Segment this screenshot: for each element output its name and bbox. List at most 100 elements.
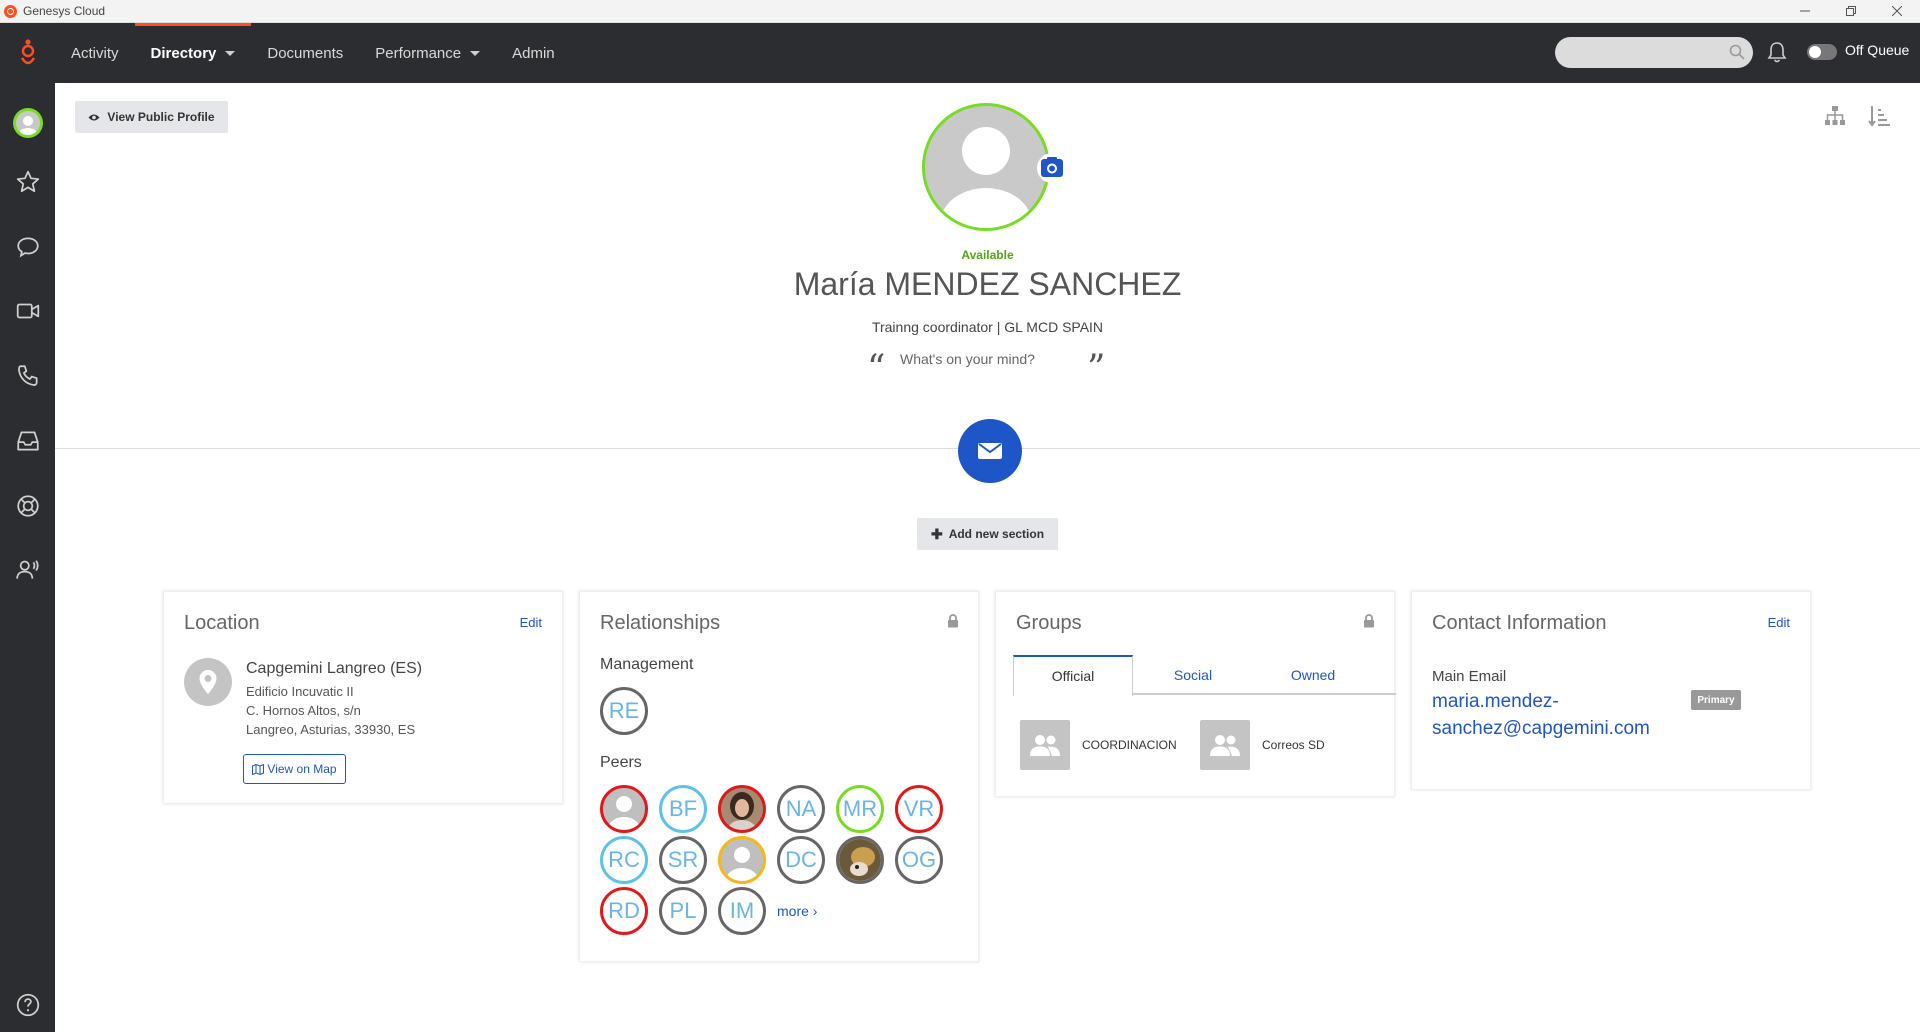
queue-toggle[interactable] bbox=[1807, 44, 1837, 60]
change-photo-button[interactable] bbox=[1037, 153, 1067, 183]
lock-icon bbox=[948, 614, 958, 628]
manager-avatar[interactable]: RE bbox=[600, 687, 648, 735]
nav-admin[interactable]: Admin bbox=[496, 23, 571, 83]
peer-initials: IM bbox=[729, 898, 755, 923]
add-new-section-button[interactable]: ✚ Add new section bbox=[917, 518, 1058, 550]
lifebuoy-icon bbox=[17, 495, 39, 517]
peer-avatar[interactable]: SR bbox=[659, 836, 707, 884]
group-name: COORDINACION bbox=[1082, 738, 1177, 752]
peer-avatar[interactable]: RD bbox=[600, 887, 648, 935]
sidebar-video[interactable] bbox=[14, 297, 42, 325]
groups-title: Groups bbox=[1016, 612, 1082, 634]
genesys-logo[interactable] bbox=[0, 23, 55, 83]
envelope-icon bbox=[978, 443, 1002, 459]
view-on-map-label: View on Map bbox=[267, 762, 337, 776]
peer-avatar[interactable]: DC bbox=[777, 836, 825, 884]
org-chart-icon[interactable] bbox=[1824, 105, 1846, 127]
peer-avatar[interactable] bbox=[718, 836, 766, 884]
tab-official[interactable]: Official bbox=[1013, 655, 1133, 697]
nav-directory[interactable]: Directory bbox=[134, 23, 252, 83]
user-silhouette-icon bbox=[608, 796, 640, 830]
sidebar-phone[interactable] bbox=[14, 362, 42, 390]
peer-avatar[interactable] bbox=[600, 785, 648, 833]
tab-owned[interactable]: Owned bbox=[1253, 655, 1373, 695]
peer-avatar[interactable] bbox=[836, 836, 884, 884]
group-item[interactable]: Correos SD bbox=[1200, 720, 1325, 770]
more-peers-link[interactable]: more › bbox=[777, 903, 817, 919]
profile-toolbar bbox=[1824, 105, 1890, 127]
search-icon bbox=[1729, 44, 1745, 60]
main-email-link[interactable]: maria.mendez-sanchez@capgemini.com bbox=[1432, 688, 1672, 742]
quote-close-icon: ” bbox=[1087, 348, 1106, 389]
group-icon bbox=[1200, 720, 1250, 770]
location-address-line: C. Hornos Altos, s/n bbox=[246, 703, 361, 718]
peer-avatar[interactable]: RC bbox=[600, 836, 648, 884]
group-icon bbox=[1020, 720, 1070, 770]
sidebar-people[interactable] bbox=[14, 556, 42, 584]
peer-initials: SR bbox=[667, 847, 699, 872]
view-public-profile-button[interactable]: View Public Profile bbox=[75, 101, 228, 133]
bell-icon[interactable] bbox=[1767, 41, 1787, 63]
window-controls bbox=[1782, 0, 1920, 22]
sidebar-favorites[interactable] bbox=[14, 168, 42, 196]
sidebar-chat[interactable] bbox=[14, 233, 42, 261]
peer-avatar[interactable]: MR bbox=[836, 785, 884, 833]
search-input[interactable] bbox=[1555, 37, 1753, 68]
manager-initials: RE bbox=[608, 698, 640, 723]
location-address-line: Langreo, Asturias, 33930, ES bbox=[246, 722, 416, 737]
peer-avatar[interactable]: IM bbox=[718, 887, 766, 935]
location-edit-link[interactable]: Edit bbox=[520, 615, 542, 630]
status-message-input[interactable]: What's on your mind? bbox=[900, 351, 1035, 367]
peer-initials: RC bbox=[608, 847, 640, 872]
peer-initials: NA bbox=[785, 796, 817, 821]
peer-avatar[interactable]: VR bbox=[895, 785, 943, 833]
location-card: Location Edit Capgemini Langreo (ES) Edi… bbox=[163, 591, 563, 804]
groups-tabs: Official Social Owned bbox=[1013, 655, 1396, 697]
group-item[interactable]: COORDINACION bbox=[1020, 720, 1177, 770]
genesys-app-icon bbox=[4, 4, 17, 18]
nav-activity[interactable]: Activity bbox=[55, 23, 135, 83]
map-icon bbox=[252, 763, 265, 775]
peer-avatar[interactable]: BF bbox=[659, 785, 707, 833]
profile-avatar bbox=[922, 103, 1050, 231]
minimize-button[interactable] bbox=[1782, 0, 1828, 22]
send-email-button[interactable] bbox=[958, 419, 1022, 483]
plus-icon: ✚ bbox=[930, 525, 943, 542]
location-title: Location bbox=[184, 612, 260, 634]
view-public-profile-label: View Public Profile bbox=[107, 110, 215, 124]
restore-icon bbox=[1846, 6, 1856, 16]
peer-initials: PL bbox=[669, 898, 697, 923]
close-window-button[interactable] bbox=[1874, 0, 1920, 22]
map-pin-icon bbox=[184, 658, 232, 706]
sort-list-icon[interactable] bbox=[1868, 105, 1890, 127]
peer-avatar[interactable]: OG bbox=[895, 836, 943, 884]
main-email-label: Main Email bbox=[1432, 668, 1507, 685]
peer-avatar[interactable]: PL bbox=[659, 887, 707, 935]
camera-icon bbox=[1041, 157, 1063, 177]
peer-avatar[interactable] bbox=[718, 785, 766, 833]
queue-status-label[interactable]: Off Queue bbox=[1845, 42, 1909, 58]
top-navigation: Activity Directory Documents Performance… bbox=[0, 23, 1920, 83]
peers-label: Peers bbox=[600, 754, 642, 771]
eye-icon bbox=[88, 114, 100, 120]
my-presence-avatar[interactable] bbox=[13, 108, 43, 138]
nav-performance[interactable]: Performance bbox=[359, 23, 496, 83]
tab-social[interactable]: Social bbox=[1133, 655, 1253, 695]
sidebar-help[interactable] bbox=[14, 991, 42, 1019]
nav-activity-label: Activity bbox=[71, 44, 119, 62]
sidebar-support[interactable] bbox=[14, 492, 42, 520]
view-on-map-button[interactable]: View on Map bbox=[243, 754, 346, 784]
profile-content: View Public Profile Available María MEND… bbox=[55, 83, 1920, 1032]
window-title: Genesys Cloud bbox=[23, 4, 106, 18]
contact-edit-link[interactable]: Edit bbox=[1768, 615, 1790, 630]
add-new-section-label: Add new section bbox=[948, 527, 1045, 541]
nav-documents[interactable]: Documents bbox=[251, 23, 359, 83]
sidebar-inbox[interactable] bbox=[14, 427, 42, 455]
primary-badge: Primary bbox=[1691, 690, 1741, 710]
user-silhouette-icon bbox=[19, 116, 37, 135]
peer-avatar[interactable]: NA bbox=[777, 785, 825, 833]
peer-initials: OG bbox=[901, 847, 937, 872]
window-titlebar: Genesys Cloud bbox=[0, 0, 1920, 23]
restore-button[interactable] bbox=[1828, 0, 1874, 22]
peer-initials: VR bbox=[903, 796, 935, 821]
